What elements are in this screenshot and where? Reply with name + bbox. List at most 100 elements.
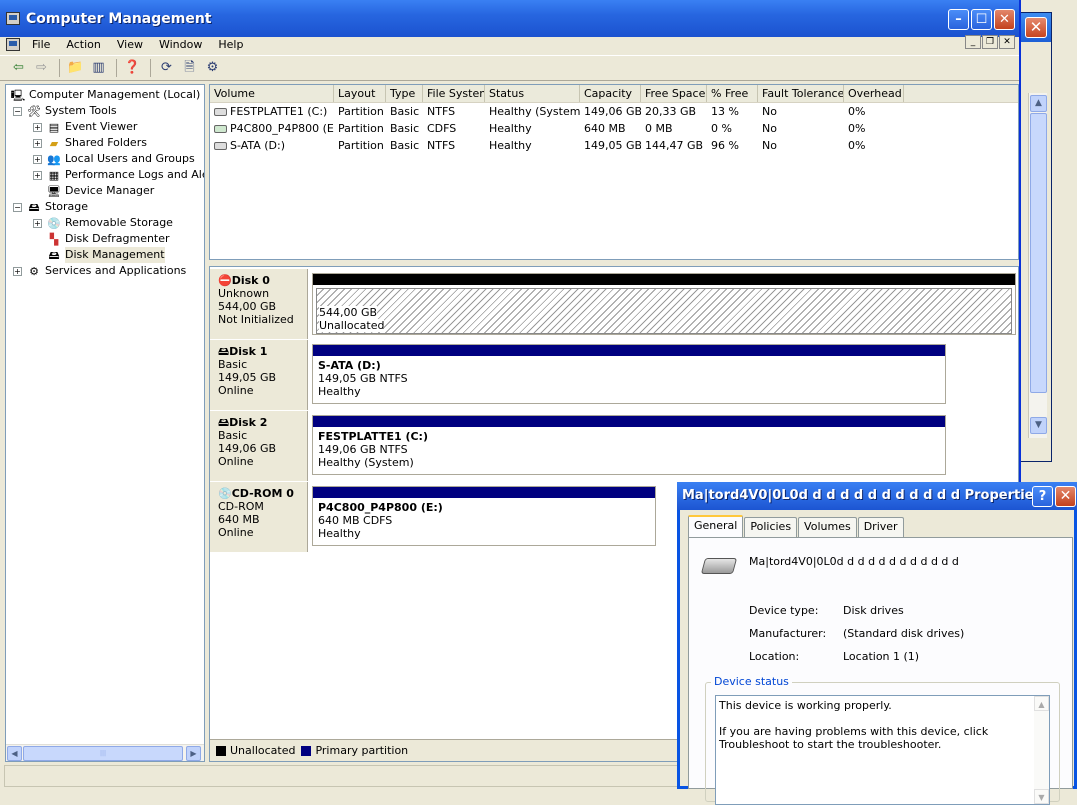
column-header[interactable]: Status: [485, 85, 580, 102]
collapse-icon[interactable]: −: [13, 202, 22, 212]
primary-partition[interactable]: S-ATA (D:) 149,05 GB NTFS Healthy: [312, 344, 946, 404]
tree-item-removable-storage[interactable]: + 💿 Removable Storage: [33, 215, 173, 231]
table-cell: 0 MB: [645, 122, 673, 135]
minimize-button[interactable]: –: [948, 9, 969, 30]
expand-icon[interactable]: +: [33, 154, 42, 164]
column-header[interactable]: Layout: [334, 85, 386, 102]
tree-item-event-viewer[interactable]: + ▤ Event Viewer: [33, 119, 137, 135]
scroll-up-arrow-icon[interactable]: ▲: [1034, 696, 1049, 711]
scroll-up-arrow-icon[interactable]: ▲: [1030, 95, 1047, 112]
forward-arrow-icon[interactable]: ⇨: [31, 58, 52, 78]
table-cell: 0%: [848, 139, 866, 152]
menu-action[interactable]: Action: [58, 38, 108, 51]
menu-file[interactable]: File: [24, 38, 58, 51]
tree-item-disk-defragmenter[interactable]: ▚ Disk Defragmenter: [46, 231, 170, 247]
column-header[interactable]: Volume: [210, 85, 334, 102]
menu-help[interactable]: Help: [210, 38, 251, 51]
tree-horizontal-scrollbar[interactable]: ◀ ||| ▶: [6, 744, 204, 761]
help-button[interactable]: ?: [1032, 486, 1053, 507]
expand-icon[interactable]: +: [33, 170, 42, 180]
status-line: If you are having problems with this dev…: [719, 725, 989, 751]
disk-row[interactable]: 🖴Disk 2 Basic 149,06 GB Online FESTPLATT…: [210, 411, 950, 481]
column-header[interactable]: Overhead: [844, 85, 904, 102]
legend-primary: Primary partition: [315, 744, 409, 757]
primary-partition[interactable]: FESTPLATTE1 (C:) 149,06 GB NTFS Healthy …: [312, 415, 946, 475]
scroll-down-arrow-icon[interactable]: ▼: [1034, 789, 1049, 804]
table-row[interactable]: P4C800_P4P800 (E:) Partition Basic CDFS …: [210, 120, 1018, 137]
removable-storage-icon: 💿: [47, 217, 61, 230]
column-header[interactable]: Capacity: [580, 85, 641, 102]
maximize-button[interactable]: ☐: [971, 9, 992, 30]
menu-window[interactable]: Window: [151, 38, 210, 51]
back-arrow-icon[interactable]: ⇦: [8, 58, 29, 78]
tab-general[interactable]: General: [688, 515, 744, 537]
disk-type: CD-ROM: [218, 500, 264, 513]
expand-icon[interactable]: +: [13, 266, 22, 276]
tree-item-system-tools[interactable]: − 🛠 System Tools: [13, 103, 117, 119]
unallocated-partition[interactable]: 544,00 GB Unallocated: [312, 273, 1016, 335]
table-cell: 149,05 GB: [584, 139, 641, 152]
scroll-right-arrow-icon[interactable]: ▶: [186, 746, 201, 761]
background-window-scrollbar[interactable]: ▲ ▼: [1028, 93, 1047, 438]
disk-row[interactable]: 🖴Disk 1 Basic 149,05 GB Online S-ATA (D:…: [210, 340, 950, 410]
tab-driver[interactable]: Driver: [857, 517, 904, 537]
table-row[interactable]: S-ATA (D:) Partition Basic NTFS Healthy …: [210, 137, 1018, 154]
table-cell: Basic: [390, 139, 420, 152]
child-close-button[interactable]: ✕: [999, 35, 1015, 49]
tab-policies[interactable]: Policies: [744, 517, 798, 537]
disk-row[interactable]: 💿CD-ROM 0 CD-ROM 640 MB Online P4C800_P4…: [210, 482, 660, 552]
scroll-thumb[interactable]: [1030, 113, 1047, 393]
disk-info[interactable]: ⛔Disk 0 Unknown 544,00 GB Not Initialize…: [210, 269, 308, 339]
refresh-icon[interactable]: ⟳: [156, 58, 177, 78]
scroll-down-arrow-icon[interactable]: ▼: [1030, 417, 1047, 434]
table-cell: Partition: [338, 105, 384, 118]
tree-item-local-users[interactable]: + 👥 Local Users and Groups: [33, 151, 195, 167]
dialog-close-button[interactable]: ✕: [1055, 486, 1076, 507]
scroll-left-arrow-icon[interactable]: ◀: [7, 746, 22, 761]
table-cell: Healthy (System): [489, 105, 580, 118]
expand-icon[interactable]: +: [33, 218, 42, 228]
tab-volumes[interactable]: Volumes: [798, 517, 857, 537]
disk-info[interactable]: 💿CD-ROM 0 CD-ROM 640 MB Online: [210, 482, 308, 552]
collapse-icon[interactable]: −: [13, 106, 22, 116]
primary-partition[interactable]: P4C800_P4P800 (E:) 640 MB CDFS Healthy: [312, 486, 656, 546]
properties-dialog: Ma|tord4V0|0L0d d d d d d d d d d d d Pr…: [677, 482, 1077, 805]
tree-item-shared-folders[interactable]: + ▰ Shared Folders: [33, 135, 147, 151]
menu-app-icon[interactable]: [6, 37, 20, 51]
hard-drive-icon: [214, 142, 227, 150]
legend-swatch-unallocated: [216, 745, 226, 756]
settings-icon[interactable]: ⚙: [202, 58, 223, 78]
table-cell: 0 %: [711, 122, 732, 135]
disk-name: Disk 2: [229, 416, 268, 429]
column-header[interactable]: Free Space: [641, 85, 707, 102]
table-cell: Partition: [338, 139, 384, 152]
tree-item-storage[interactable]: − 🖴 Storage: [13, 199, 88, 215]
column-header[interactable]: Fault Tolerance: [758, 85, 844, 102]
child-minimize-button[interactable]: _: [965, 35, 981, 49]
column-header[interactable]: Type: [386, 85, 423, 102]
properties-icon[interactable]: 🗎: [179, 58, 200, 78]
close-button[interactable]: ✕: [994, 9, 1015, 30]
table-row[interactable]: FESTPLATTE1 (C:) Partition Basic NTFS He…: [210, 103, 1018, 120]
tree-item-device-manager[interactable]: 🖥 Device Manager: [46, 183, 154, 199]
tree-item-services-applications[interactable]: + ⚙ Services and Applications: [13, 263, 186, 279]
table-cell: 149,06 GB: [584, 105, 641, 118]
column-header[interactable]: % Free: [707, 85, 758, 102]
column-header[interactable]: File System: [423, 85, 485, 102]
status-scrollbar[interactable]: ▲ ▼: [1034, 696, 1049, 804]
expand-icon[interactable]: +: [33, 138, 42, 148]
help-icon[interactable]: ❓: [122, 58, 143, 78]
expand-icon[interactable]: +: [33, 122, 42, 132]
tree-root[interactable]: 🖳 Computer Management (Local): [10, 87, 201, 103]
disk-info[interactable]: 🖴Disk 2 Basic 149,06 GB Online: [210, 411, 308, 481]
scroll-thumb[interactable]: |||: [23, 746, 183, 761]
tree-item-performance-logs[interactable]: + ▦ Performance Logs and Alerts: [33, 167, 204, 183]
disk-row[interactable]: ⛔Disk 0 Unknown 544,00 GB Not Initialize…: [210, 269, 1018, 339]
tree-item-disk-management[interactable]: 🖴 Disk Management: [46, 247, 165, 263]
show-hide-tree-icon[interactable]: ▥: [88, 58, 109, 78]
child-restore-button[interactable]: ❐: [982, 35, 998, 49]
menu-view[interactable]: View: [109, 38, 151, 51]
disk-info[interactable]: 🖴Disk 1 Basic 149,05 GB Online: [210, 340, 308, 410]
background-window-close-button[interactable]: ✕: [1025, 17, 1047, 38]
up-one-level-icon[interactable]: 📁: [65, 58, 86, 78]
